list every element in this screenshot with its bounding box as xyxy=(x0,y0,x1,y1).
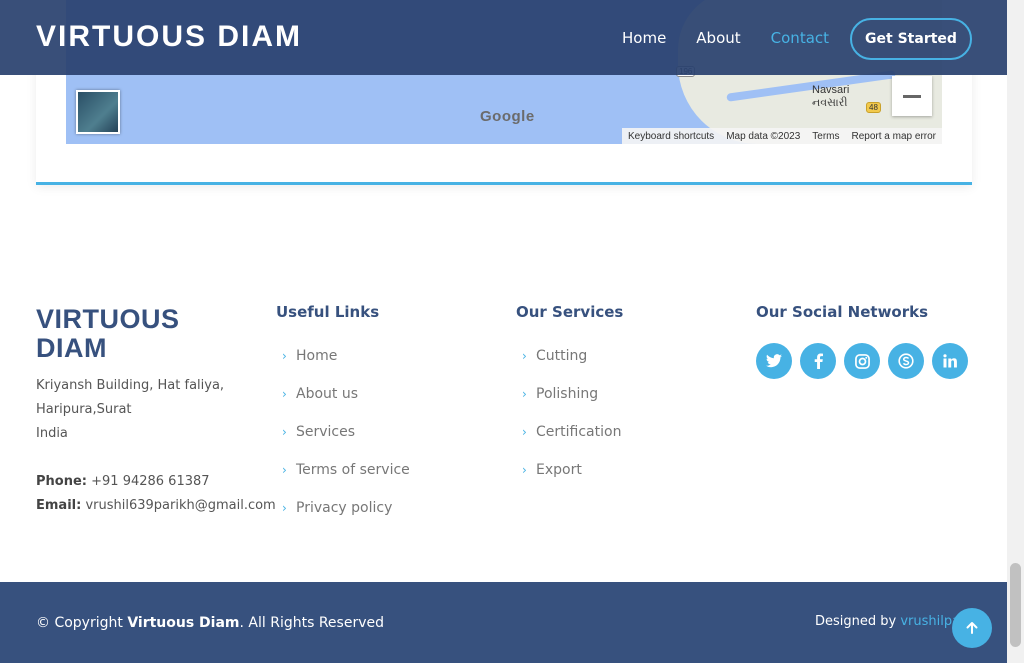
map-attribution: Keyboard shortcuts Map data ©2023 Terms … xyxy=(622,128,942,144)
footer-link-terms[interactable]: › Terms of service xyxy=(276,451,410,489)
skype-icon[interactable] xyxy=(888,343,924,379)
terms-link[interactable]: Terms xyxy=(812,131,839,142)
linkedin-icon[interactable] xyxy=(932,343,968,379)
service-link-export[interactable]: › Export xyxy=(516,451,623,489)
service-link-polishing[interactable]: › Polishing xyxy=(516,375,623,413)
map-place-label: Navsari નવસારી xyxy=(812,84,850,109)
nav-home[interactable]: Home xyxy=(622,29,666,47)
scrollbar-thumb[interactable] xyxy=(1010,563,1021,647)
copyright-text: © Copyright Virtuous Diam. All Rights Re… xyxy=(36,615,384,631)
get-started-button[interactable]: Get Started xyxy=(850,18,972,60)
footer-bottom: © Copyright Virtuous Diam. All Rights Re… xyxy=(0,582,1007,663)
chevron-right-icon: › xyxy=(522,349,527,363)
arrow-up-icon xyxy=(966,622,978,634)
zoom-out-button[interactable] xyxy=(892,76,932,116)
chevron-right-icon: › xyxy=(282,501,287,515)
social-title: Our Social Networks xyxy=(756,303,929,321)
back-to-top-button[interactable] xyxy=(952,608,992,648)
footer-brand: VIRTUOUS DIAM xyxy=(36,304,180,363)
instagram-icon[interactable] xyxy=(844,343,880,379)
site-header: VIRTUOUS DIAM Home About Contact Get Sta… xyxy=(0,0,1007,75)
copyright-brand: Virtuous Diam xyxy=(127,615,240,631)
chevron-right-icon: › xyxy=(522,463,527,477)
footer-link-about[interactable]: › About us xyxy=(276,375,410,413)
chevron-right-icon: › xyxy=(522,387,527,401)
chevron-right-icon: › xyxy=(282,463,287,477)
email-value: vrushil639parikh@gmail.com xyxy=(85,498,276,513)
email-label: Email: xyxy=(36,498,82,513)
footer-contact: Phone: +91 94286 61387 Email: vrushil639… xyxy=(36,470,276,518)
footer-address: Kriyansh Building, Hat faliya, Haripura,… xyxy=(36,378,225,441)
page-scrollbar[interactable] xyxy=(1007,0,1024,663)
site-logo[interactable]: VIRTUOUS DIAM xyxy=(36,20,302,54)
service-link-certification[interactable]: › Certification xyxy=(516,413,623,451)
keyboard-shortcuts-link[interactable]: Keyboard shortcuts xyxy=(628,131,714,142)
useful-links-title: Useful Links xyxy=(276,303,380,321)
nav-contact[interactable]: Contact xyxy=(771,29,829,47)
road-marker: 48 xyxy=(866,102,881,113)
footer-link-home[interactable]: › Home xyxy=(276,337,410,375)
service-link-cutting[interactable]: › Cutting xyxy=(516,337,623,375)
phone-value: +91 94286 61387 xyxy=(91,474,210,489)
facebook-icon[interactable] xyxy=(800,343,836,379)
report-error-link[interactable]: Report a map error xyxy=(852,131,936,142)
footer-link-privacy[interactable]: › Privacy policy xyxy=(276,489,410,527)
page: 196 48 Navsari નવસારી Google Keyboard sh… xyxy=(0,0,1007,663)
phone-label: Phone: xyxy=(36,474,87,489)
chevron-right-icon: › xyxy=(282,387,287,401)
chevron-right-icon: › xyxy=(522,425,527,439)
social-column: Our Social Networks xyxy=(756,303,968,379)
google-logo: Google xyxy=(480,108,535,125)
map-satellite-toggle[interactable] xyxy=(76,90,120,134)
services-title: Our Services xyxy=(516,303,624,321)
map-data-text: Map data ©2023 xyxy=(726,130,801,142)
nav-about[interactable]: About xyxy=(696,29,740,47)
chevron-right-icon: › xyxy=(282,349,287,363)
footer-link-services[interactable]: › Services xyxy=(276,413,410,451)
services-column: Our Services › Cutting › Polishing › Certif… xyxy=(516,303,623,489)
twitter-icon[interactable] xyxy=(756,343,792,379)
useful-links-column: Useful Links › Home › About us › Services ›… xyxy=(276,303,410,527)
chevron-right-icon: › xyxy=(282,425,287,439)
main-nav: Home About Contact xyxy=(622,29,829,47)
